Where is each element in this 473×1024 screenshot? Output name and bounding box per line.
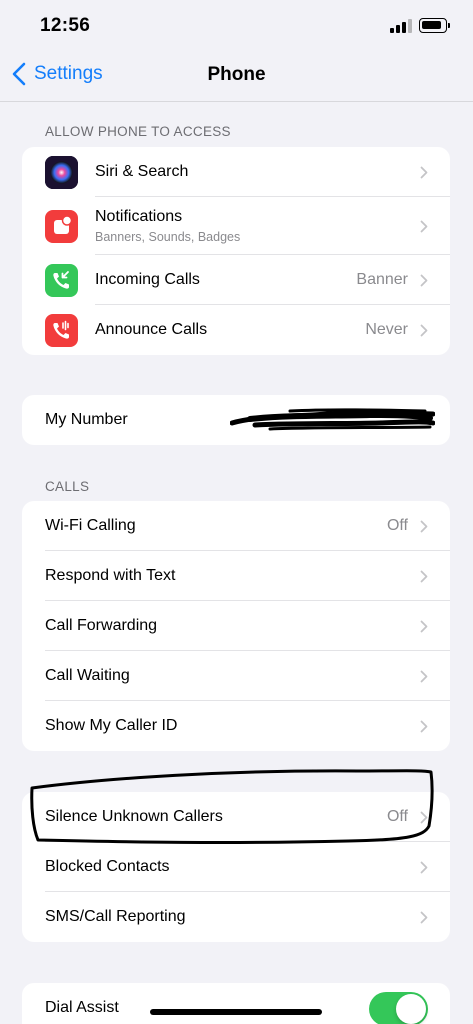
row-label: My Number: [45, 411, 128, 428]
blocked-contacts-row[interactable]: Blocked Contacts: [22, 842, 450, 892]
allow-access-group: Siri & Search Notifications Banners, Sou…: [22, 147, 450, 355]
siri-search-row[interactable]: Siri & Search: [22, 147, 450, 197]
incoming-calls-icon: [45, 263, 78, 297]
row-label: SMS/Call Reporting: [45, 908, 186, 925]
chevron-right-icon: [420, 911, 428, 923]
notifications-row[interactable]: Notifications Banners, Sounds, Badges: [22, 197, 450, 255]
section-header-allow-access: ALLOW PHONE TO ACCESS: [45, 124, 231, 139]
battery-icon: [419, 18, 450, 33]
row-label: Call Forwarding: [45, 617, 158, 634]
row-label: Notifications: [95, 208, 183, 225]
row-label: Blocked Contacts: [45, 858, 170, 875]
siri-icon: [45, 155, 78, 189]
my-number-row[interactable]: My Number: [22, 395, 450, 445]
chevron-right-icon: [420, 620, 428, 632]
announce-calls-icon: [45, 313, 78, 347]
row-label: Wi-Fi Calling: [45, 517, 136, 534]
respond-with-text-row[interactable]: Respond with Text: [22, 551, 450, 601]
chevron-right-icon: [420, 324, 428, 336]
row-subtitle: Banners, Sounds, Badges: [95, 230, 241, 244]
row-label: Siri & Search: [95, 163, 189, 180]
row-label: Dial Assist: [45, 999, 119, 1016]
my-number-group: My Number: [22, 395, 450, 445]
chevron-right-icon: [420, 166, 428, 178]
home-indicator[interactable]: [150, 1009, 322, 1015]
dial-assist-group: Dial Assist: [22, 983, 450, 1024]
status-bar: 12:56: [0, 0, 473, 50]
chevron-right-icon: [420, 274, 428, 286]
row-value: Banner: [356, 271, 408, 288]
dial-assist-toggle[interactable]: [369, 992, 428, 1024]
toggle-knob: [396, 994, 426, 1024]
navigation-bar: Settings Phone: [0, 50, 473, 102]
row-value: Off: [386, 517, 408, 534]
row-label: Show My Caller ID: [45, 717, 178, 734]
section-header-calls: CALLS: [45, 479, 90, 494]
chevron-right-icon: [420, 520, 428, 532]
show-caller-id-row[interactable]: Show My Caller ID: [22, 701, 450, 751]
cellular-signal-icon: [390, 19, 412, 33]
sms-call-reporting-row[interactable]: SMS/Call Reporting: [22, 892, 450, 942]
row-label: Respond with Text: [45, 567, 176, 584]
wifi-calling-row[interactable]: Wi-Fi Calling Off: [22, 501, 450, 551]
row-value: Never: [365, 321, 408, 338]
row-label: Incoming Calls: [95, 271, 200, 288]
chevron-right-icon: [420, 720, 428, 732]
dial-assist-row: Dial Assist: [22, 983, 450, 1024]
row-label: Announce Calls: [95, 321, 208, 338]
chevron-right-icon: [420, 220, 428, 232]
announce-calls-row[interactable]: Announce Calls Never: [22, 305, 450, 355]
chevron-right-icon: [420, 861, 428, 873]
call-forwarding-row[interactable]: Call Forwarding: [22, 601, 450, 651]
calls-group: Wi-Fi Calling Off Respond with Text Call…: [22, 501, 450, 751]
chevron-right-icon: [420, 670, 428, 682]
call-waiting-row[interactable]: Call Waiting: [22, 651, 450, 701]
redaction-scribble: [230, 408, 435, 431]
status-time: 12:56: [40, 15, 91, 36]
row-label: Call Waiting: [45, 667, 130, 684]
page-title: Phone: [207, 64, 266, 85]
incoming-calls-row[interactable]: Incoming Calls Banner: [22, 255, 450, 305]
chevron-right-icon: [420, 570, 428, 582]
hand-drawn-highlight: [30, 769, 434, 845]
notifications-icon: [45, 209, 78, 243]
